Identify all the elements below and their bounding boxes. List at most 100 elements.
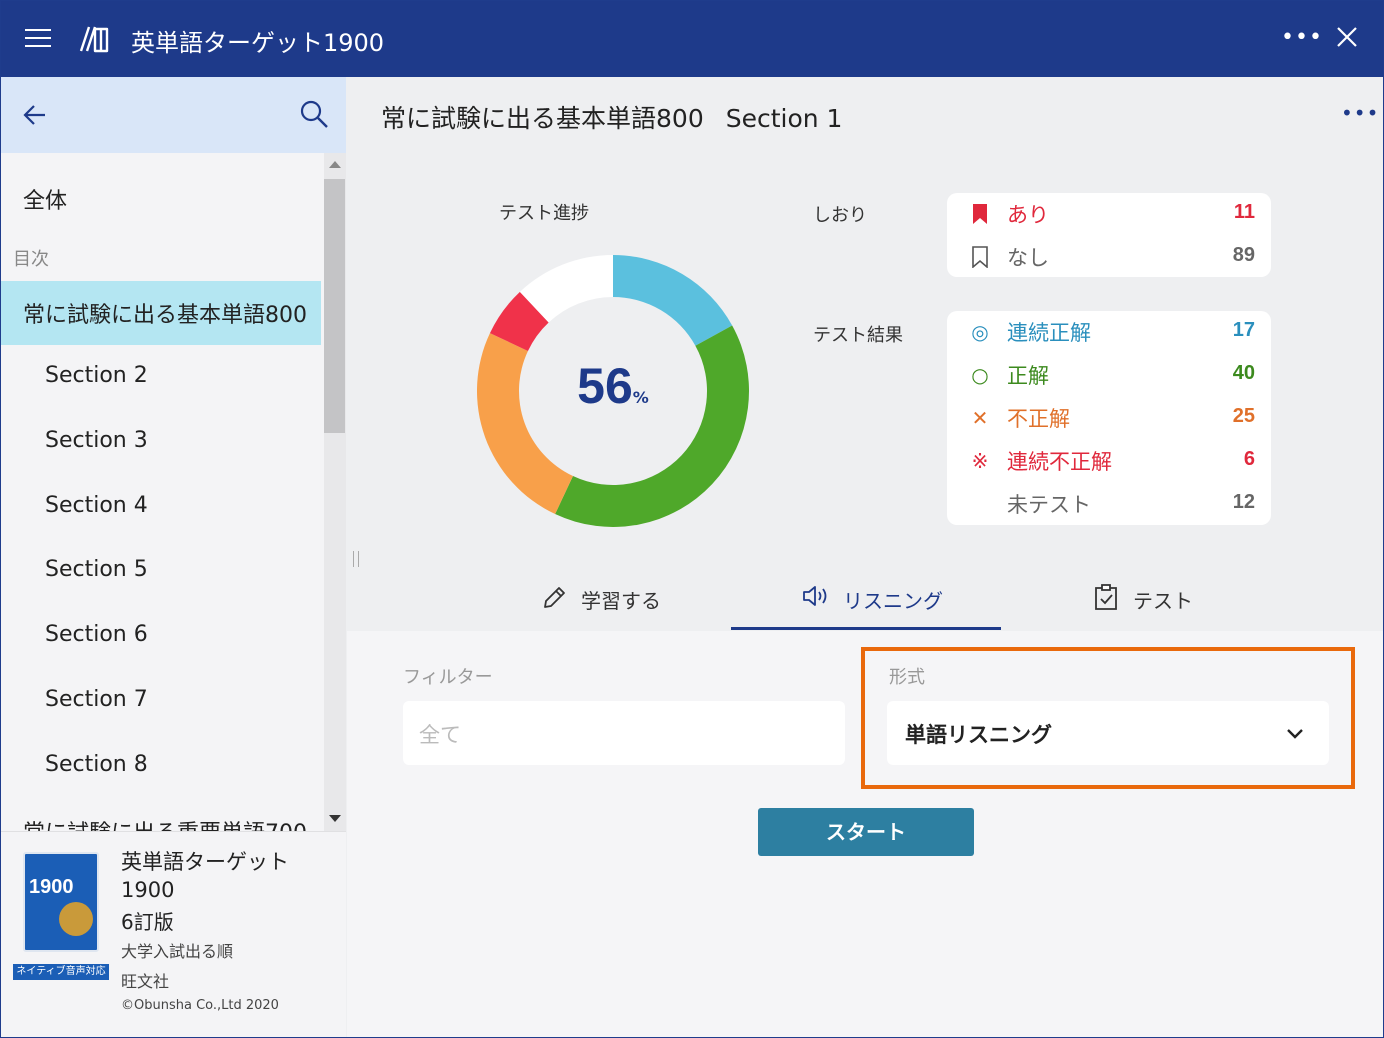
toc-list: 全体 目次 常に試験に出る基本単語800 Section 2 Section 3… bbox=[1, 153, 323, 831]
bookmark-no-count: 89 bbox=[1232, 244, 1255, 266]
result-count: 40 bbox=[1232, 362, 1255, 384]
chevron-down-icon bbox=[1287, 729, 1303, 739]
sidebar-item-section-4[interactable]: Section 4 bbox=[45, 493, 148, 518]
donut-segment bbox=[613, 255, 733, 346]
pencil-icon bbox=[544, 587, 565, 608]
sidebar-item-next-group[interactable]: 常に試験に出る重要単語700 bbox=[23, 815, 307, 831]
tab-study-label: 学習する bbox=[581, 589, 661, 613]
double-circle-icon: ◎ bbox=[971, 320, 989, 344]
scrollbar-thumb[interactable] bbox=[324, 179, 345, 433]
mode-tabs: 学習する リスニング テスト bbox=[347, 571, 1383, 631]
result-count: 17 bbox=[1232, 319, 1255, 341]
bookmark-label: しおり bbox=[813, 205, 867, 226]
sidebar-item-section-7[interactable]: Section 7 bbox=[45, 687, 148, 712]
app-logo-icon bbox=[79, 26, 109, 53]
format-value: 単語リスニング bbox=[905, 723, 1052, 747]
search-icon[interactable] bbox=[299, 99, 329, 129]
more-horizontal-icon[interactable]: ••• bbox=[1281, 25, 1323, 50]
tab-test[interactable]: テスト bbox=[1093, 571, 1223, 631]
sidebar-item-section-6[interactable]: Section 6 bbox=[45, 622, 148, 647]
result-label: 未テスト bbox=[1007, 493, 1091, 517]
sidebar-item-section-3[interactable]: Section 3 bbox=[45, 428, 148, 453]
result-count: 25 bbox=[1232, 405, 1255, 427]
result-row-consecutive-incorrect[interactable]: ※ 連続不正解 6 bbox=[947, 440, 1271, 483]
bookmark-row-no[interactable]: なし 89 bbox=[947, 236, 1271, 279]
tab-listening[interactable]: リスニング bbox=[801, 571, 971, 631]
bookmark-yes-label: あり bbox=[1007, 203, 1049, 227]
book-edition: 6訂版 bbox=[121, 910, 174, 934]
test-result-label: テスト結果 bbox=[813, 325, 903, 346]
cross-icon: ✕ bbox=[971, 406, 989, 430]
circle-icon: ○ bbox=[971, 363, 989, 387]
native-audio-badge: ネイティブ音声対応 bbox=[13, 964, 109, 980]
app-window: 英単語ターゲット1900 ••• 全体 目次 常に試験に出る基本単語800 Se… bbox=[1, 1, 1383, 1037]
scroll-up-icon[interactable] bbox=[329, 161, 341, 168]
sidebar-scrollbar[interactable] bbox=[324, 153, 346, 831]
result-row-incorrect[interactable]: ✕ 不正解 25 bbox=[947, 397, 1271, 440]
more-horizontal-icon[interactable]: ••• bbox=[1341, 101, 1379, 125]
result-row-untested[interactable]: 未テスト 12 bbox=[947, 483, 1271, 526]
book-copyright: ©Obunsha Co.,Ltd 2020 bbox=[121, 998, 279, 1013]
progress-percent: 56% bbox=[477, 357, 749, 415]
page-title-text: 常に試験に出る基本単語800 bbox=[381, 104, 704, 133]
book-order: 大学入試出る順 bbox=[121, 942, 234, 961]
filter-select[interactable]: 全て bbox=[403, 701, 845, 765]
active-tab-indicator bbox=[731, 627, 1001, 630]
hamburger-icon[interactable] bbox=[25, 29, 51, 49]
scroll-down-icon[interactable] bbox=[329, 815, 341, 822]
main-content: 常に試験に出る基本単語800 Section 1 ••• テスト進捗 56% しお… bbox=[347, 77, 1383, 1037]
result-row-consecutive-correct[interactable]: ◎ 連続正解 17 bbox=[947, 311, 1271, 354]
dog-illustration bbox=[59, 902, 93, 936]
page-title-section: Section 1 bbox=[725, 104, 843, 133]
tab-listening-label: リスニング bbox=[843, 589, 943, 613]
app-title: 英単語ターゲット1900 bbox=[131, 29, 385, 57]
bookmark-outline-icon bbox=[972, 246, 988, 268]
cover-number: 1900 bbox=[29, 876, 74, 898]
result-label: 正解 bbox=[1007, 364, 1049, 388]
bookmark-card: あり 11 なし 89 bbox=[947, 193, 1271, 277]
progress-percent-unit: % bbox=[632, 388, 649, 407]
format-select[interactable]: 単語リスニング bbox=[887, 701, 1329, 765]
filter-value: 全て bbox=[419, 723, 461, 747]
speaker-icon bbox=[803, 586, 827, 606]
result-row-correct[interactable]: ○ 正解 40 bbox=[947, 354, 1271, 397]
bookmark-yes-count: 11 bbox=[1233, 201, 1255, 223]
book-cover-image: 1900 bbox=[23, 852, 99, 952]
start-button[interactable]: スタート bbox=[758, 808, 974, 856]
tab-study[interactable]: 学習する bbox=[539, 571, 689, 631]
sidebar-item-section-8[interactable]: Section 8 bbox=[45, 752, 148, 777]
bookmark-filled-icon bbox=[973, 204, 987, 224]
kome-mark-icon: ※ bbox=[971, 449, 989, 473]
result-label: 連続不正解 bbox=[1007, 450, 1112, 474]
test-result-card: ◎ 連続正解 17 ○ 正解 40 ✕ 不正解 25 ※ 連続不正解 6 未テス… bbox=[947, 311, 1271, 525]
bookmark-row-yes[interactable]: あり 11 bbox=[947, 193, 1271, 236]
tab-test-label: テスト bbox=[1133, 589, 1193, 613]
toc-heading: 目次 bbox=[13, 249, 49, 270]
filter-label: フィルター bbox=[403, 667, 493, 688]
result-label: 連続正解 bbox=[1007, 321, 1091, 345]
book-info: 1900 ネイティブ音声対応 英単語ターゲット1900 6訂版 大学入試出る順 … bbox=[1, 831, 346, 1037]
clipboard-check-icon bbox=[1095, 584, 1117, 610]
result-count: 6 bbox=[1243, 448, 1255, 470]
donut-segment bbox=[555, 325, 749, 527]
sidebar-item-section-2[interactable]: Section 2 bbox=[45, 363, 148, 388]
result-label: 不正解 bbox=[1007, 407, 1070, 431]
sidebar-header bbox=[1, 77, 346, 153]
close-icon[interactable] bbox=[1335, 25, 1359, 49]
progress-label: テスト進捗 bbox=[499, 203, 589, 224]
result-count: 12 bbox=[1232, 491, 1255, 513]
page-title: 常に試験に出る基本単語800 Section 1 bbox=[381, 99, 842, 135]
book-publisher: 旺文社 bbox=[121, 972, 170, 991]
sidebar-item-active[interactable]: 常に試験に出る基本単語800 bbox=[1, 281, 321, 345]
listening-panel: フィルター 全て 形式 単語リスニング スタート bbox=[347, 631, 1383, 1037]
sidebar: 全体 目次 常に試験に出る基本単語800 Section 2 Section 3… bbox=[1, 77, 346, 1037]
progress-percent-value: 56 bbox=[577, 358, 633, 414]
sidebar-item-label: 常に試験に出る基本単語800 bbox=[23, 303, 307, 328]
format-label: 形式 bbox=[889, 667, 925, 688]
sidebar-item-section-5[interactable]: Section 5 bbox=[45, 557, 148, 582]
title-bar: 英単語ターゲット1900 ••• bbox=[1, 1, 1383, 77]
arrow-left-icon[interactable] bbox=[21, 101, 49, 129]
bookmark-no-label: なし bbox=[1007, 246, 1049, 270]
book-name: 英単語ターゲット1900 bbox=[121, 850, 289, 902]
sidebar-item-all[interactable]: 全体 bbox=[23, 183, 67, 215]
